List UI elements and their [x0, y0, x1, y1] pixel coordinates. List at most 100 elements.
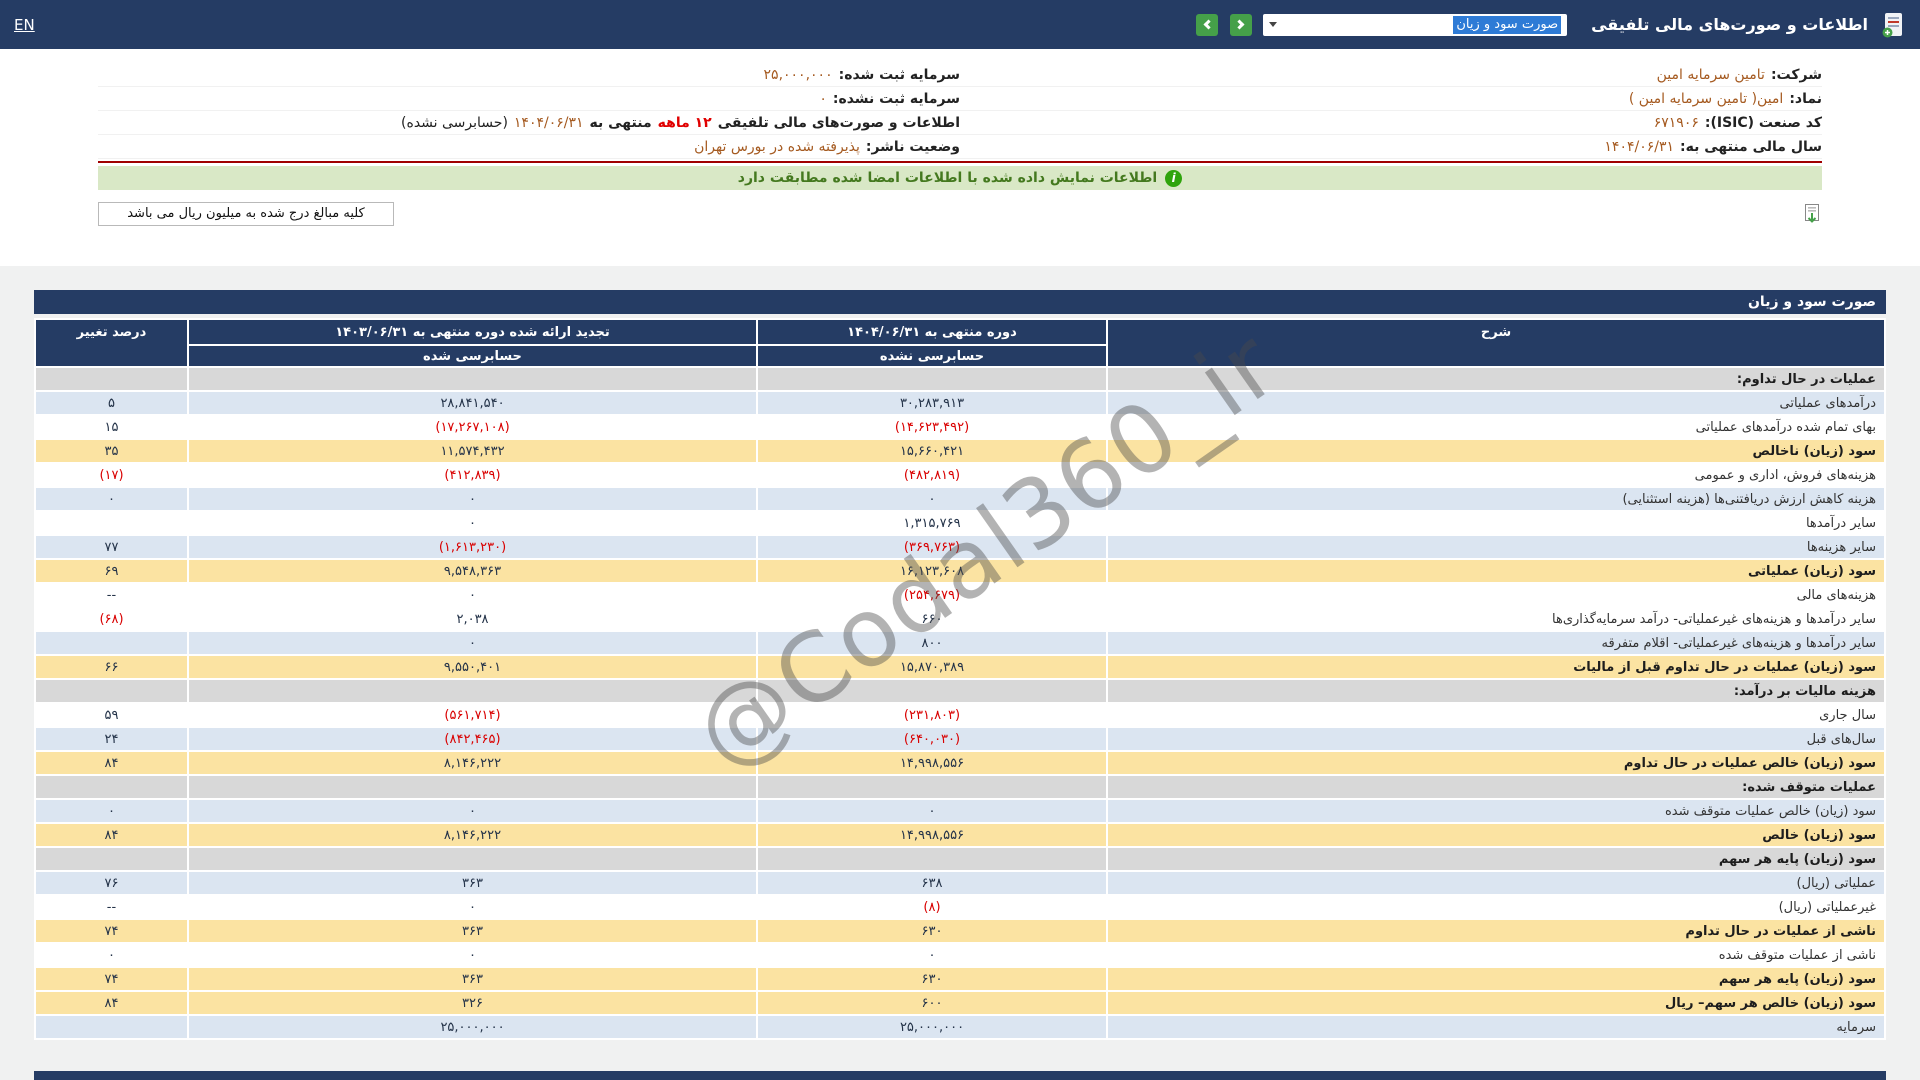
value-change-percent: [36, 632, 187, 654]
value-previous-period: ۹,۵۵۰,۴۰۱: [189, 656, 756, 678]
row-label: عملیات متوقف شده:: [1108, 776, 1884, 798]
prev-statement-button[interactable]: [1196, 13, 1219, 36]
table-row: سایر درآمدها و هزینه‌های غیرعملیاتی- اقل…: [36, 632, 1884, 654]
value-change-percent: ۰: [36, 488, 187, 510]
statement-section: صورت سود و زیان شرح دوره منتهی به ۱۴۰۴/۰…: [0, 266, 1920, 1080]
isic-label: کد صنعت (ISIC):: [1704, 114, 1822, 131]
value-previous-period: ۰: [189, 584, 756, 606]
value-change-percent: ۷۷: [36, 536, 187, 558]
table-row: سود (زیان) خالص عملیات متوقف شده ۰ ۰ ۰: [36, 800, 1884, 822]
signed-data-notice-text: اطلاعات نمایش داده شده با اطلاعات امضا ش…: [737, 170, 1158, 186]
row-label: سود (زیان) خالص عملیات در حال تداوم: [1108, 752, 1884, 774]
table-row: غیرعملیاتی (ریال) (۸) ۰ --: [36, 896, 1884, 918]
value-previous-period: ۸,۱۴۶,۲۲۲: [189, 752, 756, 774]
issuer-status-label: وضعیت ناشر:: [865, 138, 960, 155]
value-change-percent: ۲۴: [36, 728, 187, 750]
chevron-right-icon: [1234, 19, 1245, 30]
table-row: هزینه‌های مالی (۲۵۴,۶۷۹) ۰ --: [36, 584, 1884, 606]
value-current-period: ۳۰,۲۸۳,۹۱۳: [758, 392, 1106, 414]
row-label: سود (زیان) پایه هر سهم: [1108, 968, 1884, 990]
company-row: شرکت: تامین سرمایه امین: [960, 63, 1822, 87]
value-current-period: ۶۰۰: [758, 992, 1106, 1014]
value-change-percent: --: [36, 584, 187, 606]
period-months: ۱۲ ماهه: [657, 114, 712, 131]
header-current-audit-state: حسابرسی نشده: [758, 346, 1106, 366]
value-change-percent: ۸۴: [36, 992, 187, 1014]
value-change-percent: ۷۶: [36, 872, 187, 894]
amounts-unit-note-tab[interactable]: کلیه مبالغ درج شده به میلیون ریال می باش…: [98, 202, 394, 226]
value-current-period: [758, 680, 1106, 702]
export-icon[interactable]: [1802, 203, 1822, 225]
value-previous-period: ۳۲۶: [189, 992, 756, 1014]
fiscal-year-row: سال مالی منتهی به: ۱۴۰۴/۰۶/۳۱: [960, 135, 1822, 159]
period-row: اطلاعات و صورت‌های مالی تلفیقی ۱۲ ماهه م…: [98, 111, 960, 135]
value-change-percent: ۶۶: [36, 656, 187, 678]
row-label: عملیاتی (ریال): [1108, 872, 1884, 894]
row-label: سود (زیان) عملیات در حال تداوم قبل از ما…: [1108, 656, 1884, 678]
table-row: هزینه کاهش ارزش دریافتنی‌ها (هزینه استثن…: [36, 488, 1884, 510]
value-previous-period: ۰: [189, 944, 756, 966]
header-previous-period: تجدید ارائه شده دوره منتهی به ۱۴۰۳/۰۶/۳۱: [189, 320, 756, 344]
header-current-period: دوره منتهی به ۱۴۰۴/۰۶/۳۱: [758, 320, 1106, 344]
value-previous-period: (۵۶۱,۷۱۴): [189, 704, 756, 726]
value-change-percent: ۷۴: [36, 968, 187, 990]
value-change-percent: [36, 776, 187, 798]
value-current-period: (۸): [758, 896, 1106, 918]
unregistered-capital-value: ۰: [819, 90, 827, 107]
table-row: سایر درآمدها ۱,۳۱۵,۷۶۹ ۰: [36, 512, 1884, 534]
value-change-percent: ۶۹: [36, 560, 187, 582]
value-current-period: (۱۴,۶۲۳,۴۹۲): [758, 416, 1106, 438]
company-label: شرکت:: [1770, 66, 1822, 83]
row-label: ناشی از عملیات متوقف شده: [1108, 944, 1884, 966]
value-change-percent: ۰: [36, 944, 187, 966]
row-label: سود (زیان) خالص: [1108, 824, 1884, 846]
isic-value: ۶۷۱۹۰۶: [1653, 114, 1699, 131]
table-row: سود (زیان) عملیاتی ۱۶,۱۲۳,۶۰۸ ۹,۵۴۸,۳۶۳ ۶۹: [36, 560, 1884, 582]
company-info-section: شرکت: تامین سرمایه امین نماد: امین( تامی…: [0, 49, 1920, 266]
value-previous-period: ۳۶۳: [189, 872, 756, 894]
value-change-percent: [36, 680, 187, 702]
value-change-percent: [36, 512, 187, 534]
value-previous-period: ۰: [189, 800, 756, 822]
value-change-percent: ۸۴: [36, 824, 187, 846]
issuer-status-row: وضعیت ناشر: پذیرفته شده در بورس تهران: [98, 135, 960, 159]
row-label: هزینه کاهش ارزش دریافتنی‌ها (هزینه استثن…: [1108, 488, 1884, 510]
company-info-left-column: سرمایه ثبت شده: ۲۵,۰۰۰,۰۰۰ سرمایه ثبت نش…: [98, 63, 960, 159]
period-date: ۱۴۰۴/۰۶/۳۱: [513, 114, 584, 131]
value-previous-period: [189, 848, 756, 870]
company-value: تامین سرمایه امین: [1656, 66, 1765, 83]
language-switch-en[interactable]: EN: [14, 16, 35, 34]
value-previous-period: (۸۴۲,۴۶۵): [189, 728, 756, 750]
row-label: درآمدهای عملیاتی: [1108, 392, 1884, 414]
statement-select[interactable]: صورت سود و زیان: [1263, 13, 1568, 36]
period-audit-state: (حسابرسی نشده): [401, 114, 508, 131]
value-current-period: ۱۵,۶۶۰,۴۲۱: [758, 440, 1106, 462]
header-previous-audit-state: حسابرسی شده: [189, 346, 756, 366]
value-current-period: [758, 848, 1106, 870]
statement-select-value: صورت سود و زیان: [1453, 15, 1562, 34]
row-label: سال جاری: [1108, 704, 1884, 726]
value-previous-period: ۲۵,۰۰۰,۰۰۰: [189, 1016, 756, 1038]
table-title: صورت سود و زیان: [34, 290, 1886, 314]
company-info-right-column: شرکت: تامین سرمایه امین نماد: امین( تامی…: [960, 63, 1822, 159]
value-current-period: ۱۶,۱۲۳,۶۰۸: [758, 560, 1106, 582]
value-change-percent: (۱۷): [36, 464, 187, 486]
chevron-left-icon: [1203, 19, 1214, 30]
value-previous-period: [189, 368, 756, 390]
section-row: عملیات متوقف شده:: [36, 776, 1884, 798]
value-change-percent: --: [36, 896, 187, 918]
pl-table: شرح دوره منتهی به ۱۴۰۴/۰۶/۳۱ تجدید ارائه…: [34, 318, 1886, 1040]
registered-capital-label: سرمایه ثبت شده:: [838, 66, 960, 83]
next-statement-button[interactable]: [1230, 13, 1253, 36]
header-change-percent: درصد تغییر: [36, 320, 187, 366]
table-row: سایر درآمدها و هزینه‌های غیرعملیاتی- درآ…: [36, 608, 1884, 630]
fiscal-year-value: ۱۴۰۴/۰۶/۳۱: [1604, 138, 1674, 155]
value-previous-period: ۲۸,۸۴۱,۵۴۰: [189, 392, 756, 414]
bottom-section-bar: [34, 1071, 1886, 1080]
value-previous-period: ۱۱,۵۷۴,۴۳۲: [189, 440, 756, 462]
section-row: هزینه مالیات بر درآمد:: [36, 680, 1884, 702]
row-label: هزینه‌های مالی: [1108, 584, 1884, 606]
row-label: سایر هزینه‌ها: [1108, 536, 1884, 558]
section-row: سود (زیان) پایه هر سهم: [36, 848, 1884, 870]
table-row: سود (زیان) پایه هر سهم ۶۳۰ ۳۶۳ ۷۴: [36, 968, 1884, 990]
